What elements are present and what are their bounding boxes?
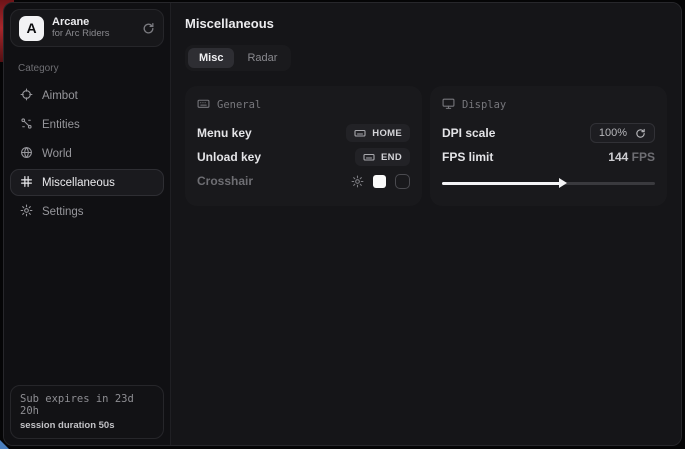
- dpi-scale-value: 100%: [599, 127, 627, 139]
- keyboard-icon: [197, 97, 210, 113]
- menu-key-value: HOME: [372, 128, 402, 139]
- category-label: Category: [18, 63, 164, 74]
- display-card-title: Display: [462, 99, 506, 111]
- sidebar-item-miscellaneous[interactable]: Miscellaneous: [10, 169, 164, 196]
- fps-limit-label: FPS limit: [442, 150, 493, 164]
- unload-key-bind-button[interactable]: END: [355, 148, 410, 166]
- dpi-scale-control[interactable]: 100%: [590, 123, 655, 143]
- monitor-icon: [442, 97, 455, 113]
- display-card: Display DPI scale 100%: [430, 86, 667, 206]
- gear-icon: [20, 204, 33, 220]
- app-meta: Arcane for Arc Riders: [52, 16, 134, 40]
- fps-slider-fill: [442, 182, 561, 185]
- crosshair-settings-gear-icon[interactable]: [351, 175, 364, 188]
- sidebar-item-label: Settings: [42, 206, 84, 218]
- sidebar-nav: Aimbot Entities: [10, 82, 164, 225]
- app-window: A Arcane for Arc Riders Category: [3, 2, 682, 446]
- fps-limit-slider[interactable]: [442, 178, 655, 188]
- menu-key-bind-button[interactable]: HOME: [346, 124, 410, 142]
- sidebar-item-label: World: [42, 148, 72, 160]
- tab-misc[interactable]: Misc: [188, 48, 234, 68]
- unload-key-label: Unload key: [197, 150, 261, 164]
- sidebar-item-settings[interactable]: Settings: [10, 198, 164, 225]
- reset-icon[interactable]: [635, 128, 646, 139]
- general-card-title: General: [217, 99, 261, 111]
- page-title: Miscellaneous: [185, 16, 667, 31]
- slider-thumb[interactable]: [559, 178, 567, 188]
- app-logo: A: [19, 16, 44, 41]
- subscription-info-box: Sub expires in 23d 20h session duration …: [10, 385, 164, 439]
- menu-key-row: Menu key HOME: [197, 121, 410, 145]
- tab-bar: Misc Radar: [185, 45, 291, 71]
- unload-key-row: Unload key END: [197, 145, 410, 169]
- display-card-header: Display: [442, 97, 655, 113]
- fps-limit-row: FPS limit 144 FPS: [442, 145, 655, 169]
- main-content: Miscellaneous Misc Radar Gener: [171, 3, 681, 445]
- general-card: General Menu key HOME Unload key: [185, 86, 422, 206]
- app-name: Arcane: [52, 16, 134, 29]
- session-duration-text: session duration 50s: [20, 420, 154, 431]
- fps-limit-unit: FPS: [632, 150, 655, 164]
- refresh-icon[interactable]: [142, 22, 155, 35]
- sidebar-item-label: Miscellaneous: [42, 177, 115, 189]
- app-card: A Arcane for Arc Riders: [10, 9, 164, 47]
- sidebar-item-entities[interactable]: Entities: [10, 111, 164, 138]
- sidebar-item-aimbot[interactable]: Aimbot: [10, 82, 164, 109]
- grid-icon: [20, 175, 33, 191]
- crosshair-row: Crosshair: [197, 169, 410, 193]
- menu-key-label: Menu key: [197, 126, 252, 140]
- crosshair-color-swatch[interactable]: [373, 175, 386, 188]
- tab-radar[interactable]: Radar: [236, 48, 288, 68]
- crosshair-icon: [20, 88, 33, 104]
- globe-icon: [20, 146, 33, 162]
- crosshair-checkbox[interactable]: [395, 174, 410, 189]
- entities-icon: [20, 117, 33, 133]
- sidebar-item-label: Aimbot: [42, 90, 78, 102]
- sidebar-item-world[interactable]: World: [10, 140, 164, 167]
- dpi-scale-label: DPI scale: [442, 126, 495, 140]
- dpi-scale-row: DPI scale 100%: [442, 121, 655, 145]
- crosshair-label: Crosshair: [197, 174, 253, 188]
- sub-expiry-text: Sub expires in 23d 20h: [20, 393, 154, 417]
- unload-key-value: END: [381, 152, 402, 163]
- general-card-header: General: [197, 97, 410, 113]
- sidebar-item-label: Entities: [42, 119, 80, 131]
- screen: A Arcane for Arc Riders Category: [0, 0, 685, 449]
- app-subtitle: for Arc Riders: [52, 29, 134, 40]
- fps-limit-value: 144: [608, 150, 628, 164]
- sidebar: A Arcane for Arc Riders Category: [4, 3, 171, 445]
